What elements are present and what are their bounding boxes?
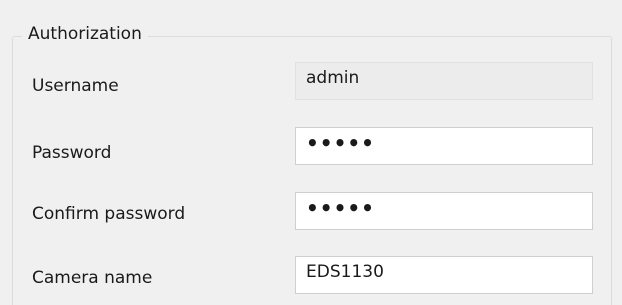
confirm-password-label: Confirm password bbox=[32, 204, 186, 224]
camera-name-label: Camera name bbox=[32, 268, 153, 288]
authorization-panel: Authorization Username admin Password ••… bbox=[0, 0, 622, 305]
confirm-password-field[interactable]: ••••• bbox=[295, 192, 593, 230]
section-title: Authorization bbox=[22, 22, 148, 46]
camera-name-field[interactable]: EDS1130 bbox=[295, 256, 593, 294]
username-label: Username bbox=[32, 76, 119, 96]
password-label: Password bbox=[32, 143, 112, 163]
password-field[interactable]: ••••• bbox=[295, 127, 593, 165]
username-field: admin bbox=[295, 62, 593, 100]
